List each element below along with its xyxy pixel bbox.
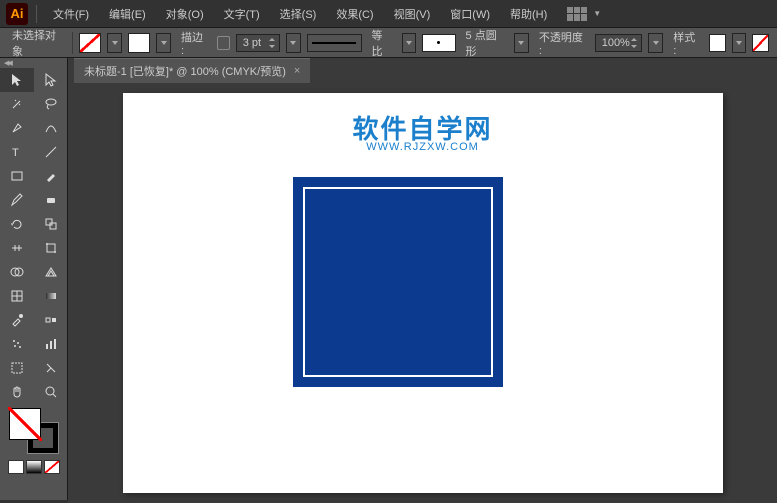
tool-selection[interactable]: [0, 68, 34, 92]
separator: [72, 32, 73, 54]
tool-line[interactable]: [34, 140, 68, 164]
brush-label: 5 点圆形: [462, 27, 509, 59]
opacity-label: 不透明度 :: [535, 29, 589, 57]
stroke-scale-label: 等比: [368, 27, 396, 59]
opacity-input[interactable]: 100%: [595, 34, 643, 52]
tool-shape-builder[interactable]: [0, 260, 34, 284]
color-mode-solid[interactable]: [8, 460, 24, 474]
brush-dropdown[interactable]: [514, 33, 529, 53]
tool-symbol-sprayer[interactable]: [0, 332, 34, 356]
menu-object[interactable]: 对象(O): [158, 2, 212, 26]
menu-file[interactable]: 文件(F): [45, 2, 97, 26]
workspace-switcher-icon[interactable]: [567, 7, 587, 21]
watermark-url: WWW.RJZXW.COM: [366, 141, 479, 153]
fill-stroke-indicator[interactable]: [9, 408, 59, 454]
color-mode-gradient[interactable]: [26, 460, 42, 474]
tool-pencil[interactable]: [0, 188, 34, 212]
tool-pen[interactable]: [0, 116, 34, 140]
artboard-viewport[interactable]: 软件自学网 WWW.RJZXW.COM: [68, 83, 777, 503]
stroke-width-input[interactable]: 3 pt: [236, 34, 280, 52]
brush-preview[interactable]: [422, 34, 455, 52]
tool-eraser[interactable]: [34, 188, 68, 212]
panel-collapse-icon[interactable]: [0, 58, 67, 68]
stroke-label: 描边 :: [177, 29, 211, 57]
menu-select[interactable]: 选择(S): [272, 2, 325, 26]
tool-width[interactable]: [0, 236, 34, 260]
menu-type[interactable]: 文字(T): [216, 2, 268, 26]
tab-close-icon[interactable]: ×: [294, 65, 300, 77]
tool-mesh[interactable]: [0, 284, 34, 308]
color-mode-none[interactable]: [44, 460, 60, 474]
fill-color-indicator[interactable]: [9, 408, 41, 440]
selection-status: 未选择对象: [8, 27, 66, 59]
options-bar: 未选择对象 描边 : 3 pt 等比 5 点圆形 不透明度 : 100% 样式 …: [0, 28, 777, 58]
tool-zoom[interactable]: [34, 380, 68, 404]
menubar: Ai 文件(F) 编辑(E) 对象(O) 文字(T) 选择(S) 效果(C) 视…: [0, 0, 777, 28]
separator: [36, 5, 37, 23]
stroke-profile-preview[interactable]: [307, 34, 362, 52]
opacity-dropdown[interactable]: [648, 33, 663, 53]
style-label: 样式 :: [669, 29, 703, 57]
tool-direct-selection[interactable]: [34, 68, 68, 92]
tool-artboard[interactable]: [0, 356, 34, 380]
artboard[interactable]: 软件自学网 WWW.RJZXW.COM: [123, 93, 723, 493]
svg-text:T: T: [12, 147, 19, 159]
tool-slice[interactable]: [34, 356, 68, 380]
app-icon: Ai: [6, 3, 28, 25]
document-tab[interactable]: 未标题-1 [已恢复]* @ 100% (CMYK/预览) ×: [74, 58, 310, 83]
tool-scale[interactable]: [34, 212, 68, 236]
tool-column-graph[interactable]: [34, 332, 68, 356]
menu-window[interactable]: 窗口(W): [442, 2, 498, 26]
tool-curvature[interactable]: [34, 116, 68, 140]
stroke-dropdown[interactable]: [156, 33, 171, 53]
tool-rotate[interactable]: [0, 212, 34, 236]
link-icon[interactable]: [217, 36, 230, 50]
tool-free-transform[interactable]: [34, 236, 68, 260]
tool-blend[interactable]: [34, 308, 68, 332]
menu-view[interactable]: 视图(V): [386, 2, 439, 26]
blue-rectangle-shape[interactable]: [293, 177, 503, 387]
tool-hand[interactable]: [0, 380, 34, 404]
style-dropdown[interactable]: [732, 33, 747, 53]
stroke-width-dropdown[interactable]: [286, 33, 301, 53]
chevron-down-icon[interactable]: ▼: [593, 9, 601, 18]
menu-help[interactable]: 帮助(H): [502, 2, 555, 26]
menu-edit[interactable]: 编辑(E): [101, 2, 154, 26]
canvas-area: 未标题-1 [已恢复]* @ 100% (CMYK/预览) × 软件自学网 WW…: [68, 58, 777, 500]
stroke-scale-dropdown[interactable]: [402, 33, 417, 53]
tool-perspective[interactable]: [34, 260, 68, 284]
color-mode-row: [0, 458, 67, 476]
style-none-swatch[interactable]: [752, 34, 769, 52]
style-swatch[interactable]: [709, 34, 726, 52]
fill-dropdown[interactable]: [107, 33, 122, 53]
tool-paintbrush[interactable]: [34, 164, 68, 188]
tools-panel: T: [0, 58, 68, 500]
tool-magic-wand[interactable]: [0, 92, 34, 116]
tab-title: 未标题-1 [已恢复]* @ 100% (CMYK/预览): [84, 63, 286, 79]
tool-lasso[interactable]: [34, 92, 68, 116]
tools-grid: T: [0, 68, 67, 404]
tab-strip: 未标题-1 [已恢复]* @ 100% (CMYK/预览) ×: [68, 58, 777, 83]
tool-type[interactable]: T: [0, 140, 34, 164]
fill-swatch[interactable]: [79, 33, 101, 53]
menu-effect[interactable]: 效果(C): [328, 2, 381, 26]
tool-eyedropper[interactable]: [0, 308, 34, 332]
tool-gradient[interactable]: [34, 284, 68, 308]
tool-rectangle[interactable]: [0, 164, 34, 188]
stroke-swatch[interactable]: [128, 33, 150, 53]
